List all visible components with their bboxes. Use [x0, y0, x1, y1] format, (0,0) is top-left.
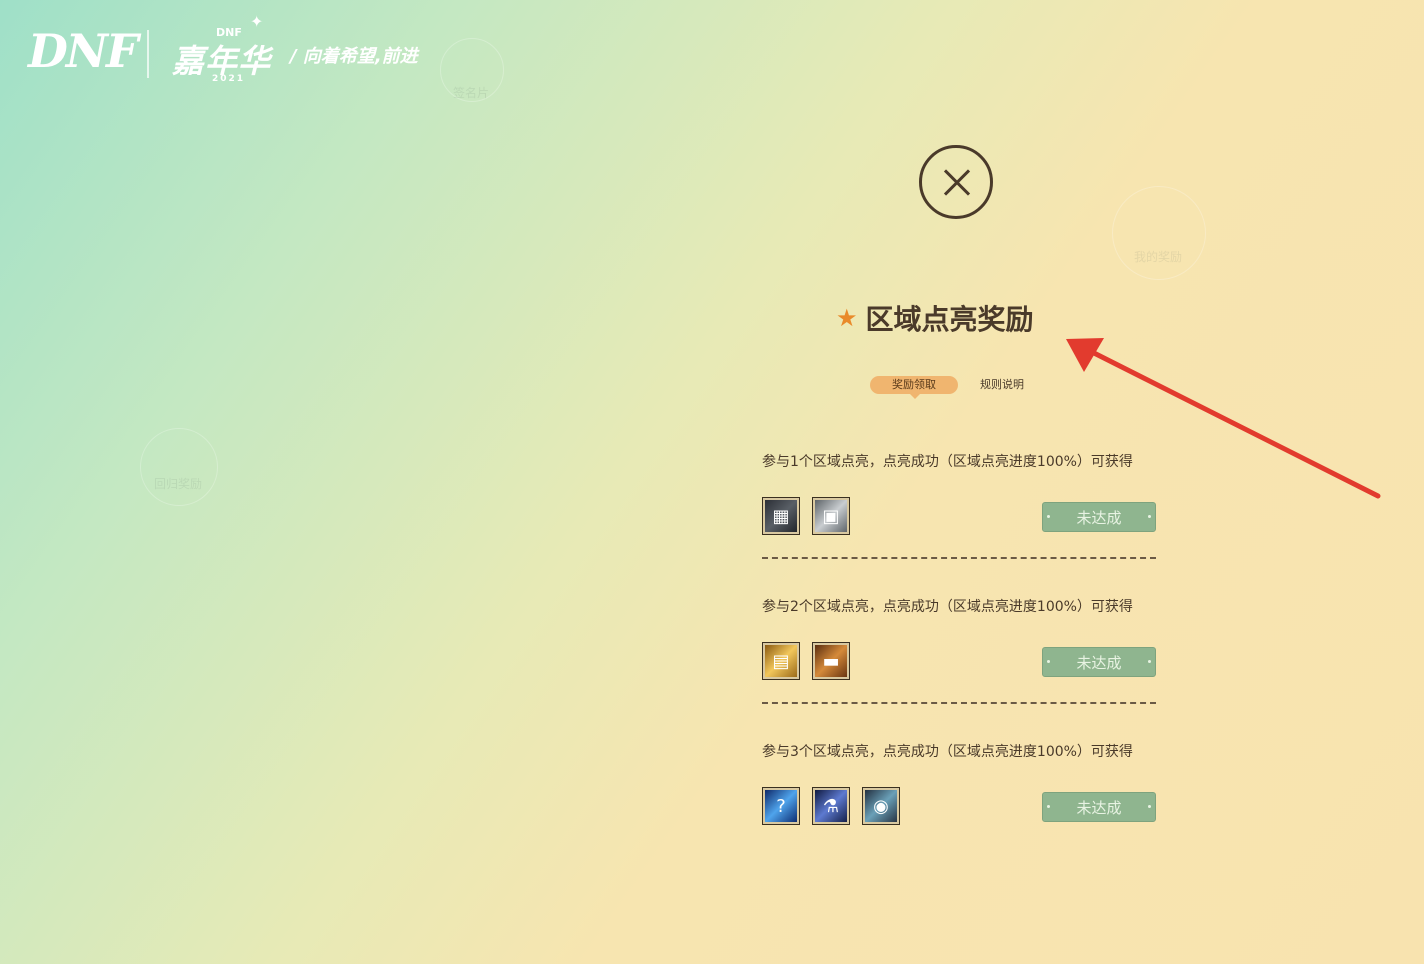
annotation-arrow	[1066, 338, 1381, 499]
